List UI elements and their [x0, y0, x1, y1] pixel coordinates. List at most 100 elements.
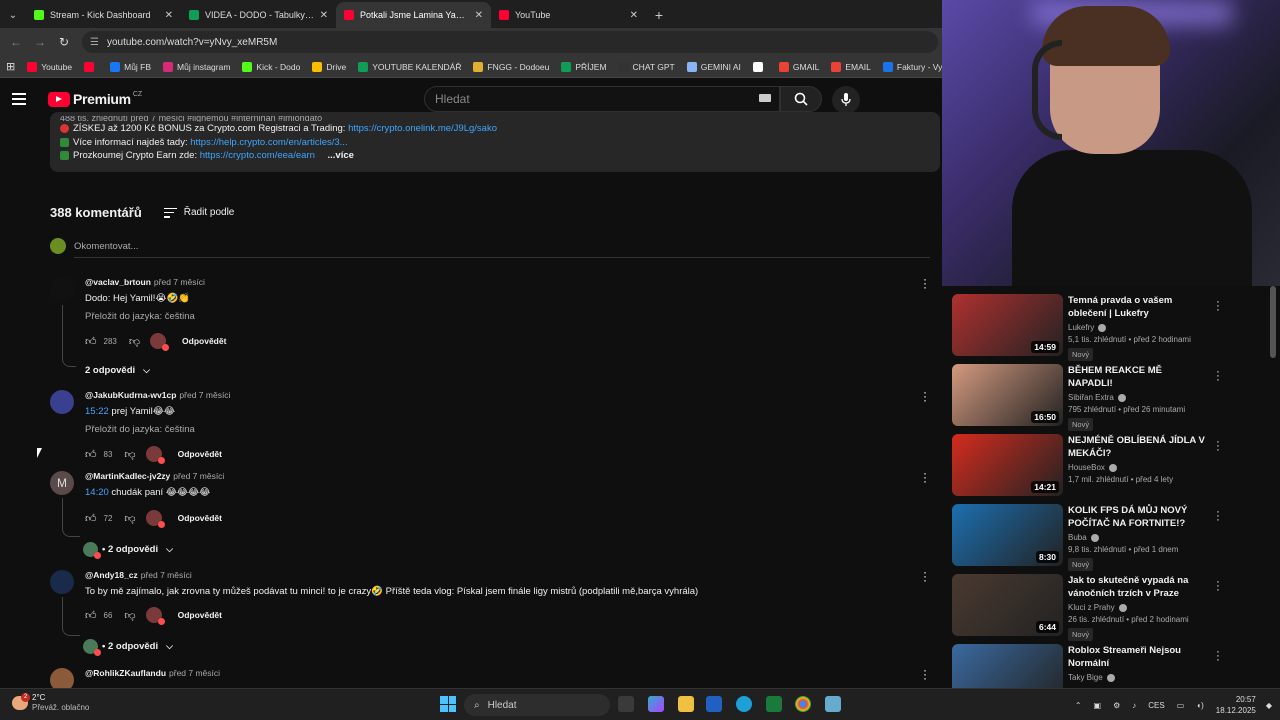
recommended-video[interactable]: 16:50 BĚHEM REAKCE MĚ NAPADLI! Sibiřan Ext… — [952, 364, 1272, 431]
bookmark-item[interactable]: Drive — [312, 61, 346, 72]
bookmark-item[interactable]: Youtube — [27, 61, 72, 72]
show-more-link[interactable]: ...více — [328, 150, 354, 161]
video-thumbnail[interactable] — [952, 644, 1063, 688]
channel-name[interactable]: Taky Bige — [1068, 673, 1103, 682]
close-icon[interactable]: ✕ — [630, 10, 638, 21]
comment-time[interactable]: před 7 měsíci — [141, 570, 192, 580]
channel-name[interactable]: Lukefry — [1068, 323, 1094, 332]
recommended-video[interactable]: 8:30 KOLIK FPS DÁ MŮJ NOVÝ POČÍTAČ NA FOR… — [952, 504, 1272, 571]
bookmark-item[interactable]: GEMINI AI — [686, 61, 741, 72]
comment-time[interactable]: před 7 měsíci — [179, 390, 230, 400]
file-explorer-icon[interactable] — [678, 696, 694, 712]
url-field[interactable]: ☰ youtube.com/watch?v=yNvy_xeMR5M — [82, 31, 938, 53]
replies-toggle[interactable]: • 2 odpovědi ⌵ — [83, 639, 940, 656]
avatar[interactable] — [50, 277, 74, 301]
bookmark-item[interactable]: Kick - Dodo — [242, 61, 300, 72]
comment-author[interactable]: @MartinKadlec-jv2zy — [85, 471, 170, 481]
bookmark-item[interactable]: CHAT GPT — [618, 61, 675, 72]
video-thumbnail[interactable]: 14:21 — [952, 434, 1063, 496]
bookmark-item[interactable]: GMAIL — [778, 61, 819, 72]
chevron-up-icon[interactable]: ⌃ — [1075, 701, 1082, 710]
comment-author[interactable]: @vaclav_brtoun — [85, 277, 151, 287]
forward-icon[interactable]: → — [28, 30, 52, 54]
reply-button[interactable]: Odpovědět — [178, 610, 222, 620]
more-actions-icon[interactable]: · · · — [1214, 507, 1222, 526]
task-view-icon[interactable] — [618, 696, 634, 712]
more-actions-icon[interactable]: · · · — [920, 467, 930, 487]
video-title[interactable]: Roblox Streameři Nejsou Normální — [1068, 644, 1206, 670]
channel-name[interactable]: HouseBox — [1068, 463, 1105, 472]
volume-icon[interactable]: ◖) — [1196, 701, 1204, 710]
video-thumbnail[interactable]: 8:30 — [952, 504, 1063, 566]
avatar[interactable] — [50, 570, 74, 594]
back-icon[interactable]: ← — [4, 30, 28, 54]
replies-toggle[interactable]: • 2 odpovědi ⌵ — [83, 542, 940, 559]
tray-app-icon[interactable]: ⚙ — [1113, 701, 1120, 710]
video-title[interactable]: Jak to skutečně vypadá na vánočních trzí… — [1068, 574, 1206, 600]
more-actions-icon[interactable]: · · · — [920, 386, 930, 406]
bookmark-item[interactable]: FNGG - Dodoeu — [473, 61, 549, 72]
channel-name[interactable]: Sibiřan Extra — [1068, 393, 1114, 402]
comment-author[interactable]: @Andy18_cz — [85, 570, 138, 580]
recommended-video[interactable]: 6:44 Jak to skutečně vypadá na vánočních … — [952, 574, 1272, 641]
browser-tab[interactable]: VIDEA - DODO - Tabulky Googl ✕ — [181, 2, 336, 28]
translate-link[interactable]: Přeložit do jazyka: čeština — [85, 311, 940, 322]
voice-search-button[interactable] — [832, 86, 860, 114]
comment-time[interactable]: před 7 měsíci — [173, 471, 224, 481]
close-icon[interactable]: ✕ — [475, 10, 483, 21]
more-actions-icon[interactable]: · · · — [1214, 577, 1222, 596]
avatar[interactable]: M — [50, 471, 74, 495]
more-actions-icon[interactable]: · · · — [1214, 367, 1222, 386]
more-actions-icon[interactable]: · · · — [1214, 647, 1222, 666]
bookmark-item[interactable]: Můj FB — [110, 61, 151, 72]
timestamp-link[interactable]: 14:20 — [85, 487, 109, 498]
keyboard-icon[interactable] — [759, 94, 771, 102]
close-icon[interactable]: ✕ — [165, 10, 173, 21]
dislike-icon[interactable]: 👎︎ — [124, 448, 135, 461]
language-indicator[interactable]: CES — [1148, 701, 1164, 710]
more-actions-icon[interactable]: · · · — [1214, 437, 1222, 456]
copilot-icon[interactable] — [648, 696, 664, 712]
like-icon[interactable]: 👍︎ — [85, 609, 97, 622]
menu-icon[interactable] — [12, 87, 36, 111]
bookmark-item[interactable] — [752, 61, 767, 72]
dislike-icon[interactable]: 👎︎ — [129, 335, 140, 348]
tab-search-icon[interactable]: ⌄ — [0, 2, 26, 28]
browser-tab[interactable]: Stream - Kick Dashboard ✕ — [26, 2, 181, 28]
bookmark-item[interactable]: YOUTUBE KALENDÁŘ — [358, 61, 461, 72]
reply-button[interactable]: Odpovědět — [182, 336, 226, 346]
comment-time[interactable]: před 7 měsíci — [169, 668, 220, 678]
taskbar-search[interactable]: ⌕ Hledat — [464, 694, 610, 716]
reply-button[interactable]: Odpovědět — [178, 513, 222, 523]
browser-tab[interactable]: YouTube ✕ — [491, 2, 646, 28]
video-thumbnail[interactable]: 16:50 — [952, 364, 1063, 426]
bookmark-item[interactable]: Faktury - Vytváření — [882, 61, 942, 72]
avatar[interactable] — [50, 390, 74, 414]
bookmark-item[interactable] — [84, 61, 98, 72]
bookmark-item[interactable]: EMAIL — [831, 61, 871, 72]
dislike-icon[interactable]: 👎︎ — [124, 512, 135, 525]
chrome-icon[interactable] — [795, 696, 811, 712]
comment-author[interactable]: @RohlikZKauflandu — [85, 668, 166, 678]
mic-icon[interactable]: ♪ — [1132, 701, 1136, 710]
more-actions-icon[interactable]: · · · — [920, 664, 930, 684]
bookmark-item[interactable]: PŘÍJEM — [561, 61, 607, 72]
comment-author[interactable]: @JakubKudrna-wv1cp — [85, 390, 176, 400]
replies-toggle[interactable]: 2 odpovědi ⌵ — [85, 365, 940, 376]
app-icon[interactable] — [825, 696, 841, 712]
more-actions-icon[interactable]: · · · — [920, 273, 930, 293]
recommended-video[interactable]: 14:21 NEJMÉNĚ OBLÍBENÁ JÍDLA V MEKÁČI? Hou… — [952, 434, 1272, 498]
youtube-logo[interactable]: Premium CZ — [48, 91, 142, 107]
description-link[interactable]: https://crypto.com/eea/earn — [200, 150, 315, 161]
video-title[interactable]: BĚHEM REAKCE MĚ NAPADLI! — [1068, 364, 1206, 390]
site-info-icon[interactable]: ☰ — [90, 37, 99, 48]
like-icon[interactable]: 👍︎ — [85, 448, 97, 461]
channel-name[interactable]: Buba — [1068, 533, 1087, 542]
add-comment-field[interactable]: Okomentovat... — [50, 238, 930, 258]
clock[interactable]: 20:57 18.12.2025 — [1216, 694, 1256, 716]
video-thumbnail[interactable]: 14:59 — [952, 294, 1063, 356]
bookmark-item[interactable]: Můj instagram — [163, 61, 230, 72]
reload-icon[interactable]: ↻ — [52, 30, 76, 54]
like-icon[interactable]: 👍︎ — [85, 335, 97, 348]
description-link[interactable]: https://help.crypto.com/en/articles/3... — [190, 137, 347, 148]
